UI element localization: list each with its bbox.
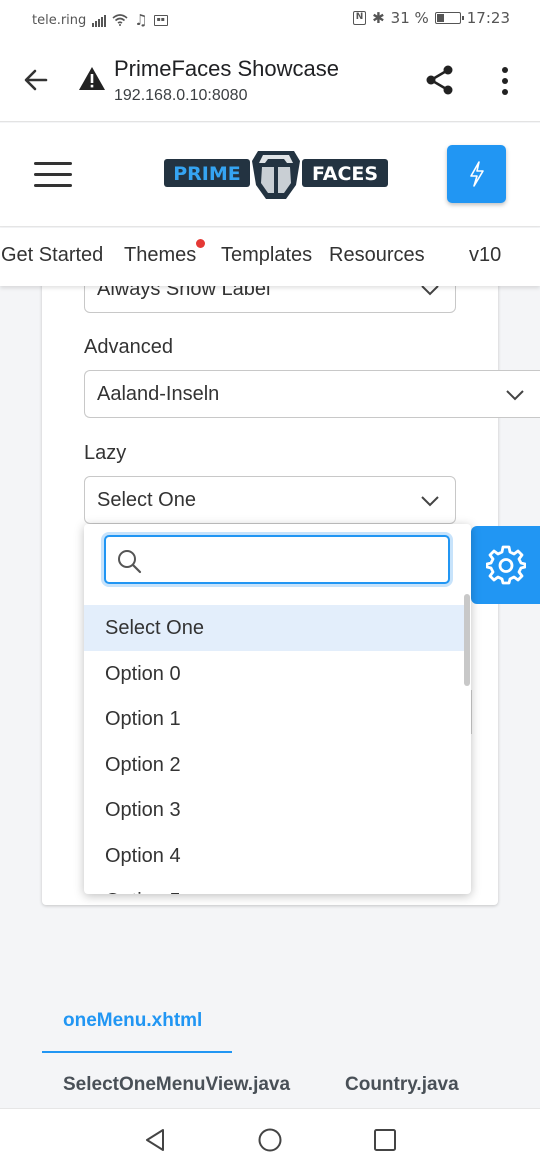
lazy-dropdown-panel: Select One Option 0 Option 1 Option 2 Option… xyxy=(84,524,471,894)
signal-icon xyxy=(92,14,107,27)
battery-percent: 31 % xyxy=(390,9,429,27)
app-header: PRIME FACES xyxy=(0,123,540,227)
search-icon xyxy=(118,550,142,574)
dropdown-filter[interactable] xyxy=(104,535,450,584)
hamburger-icon[interactable] xyxy=(34,162,72,188)
dropdown-option[interactable]: Option 1 xyxy=(84,696,465,742)
android-home-icon[interactable] xyxy=(256,1126,284,1154)
clock: 17:23 xyxy=(466,9,510,27)
share-icon[interactable] xyxy=(424,64,456,96)
tab-selectonemenuview-java[interactable]: SelectOneMenuView.java xyxy=(63,1074,290,1096)
lazy-label: Lazy xyxy=(84,442,127,464)
layout-config-button[interactable] xyxy=(471,526,540,604)
browser-toolbar: PrimeFaces Showcase 192.168.0.10:8080 xyxy=(0,38,540,122)
nav-themes[interactable]: Themes xyxy=(124,244,196,267)
nav-version[interactable]: v10 xyxy=(469,244,501,267)
bluetooth-icon: ✱ xyxy=(372,9,385,27)
select-value: Select One xyxy=(97,489,196,511)
bolt-icon xyxy=(469,161,484,187)
chevron-down-icon xyxy=(421,286,439,296)
android-back-icon[interactable] xyxy=(141,1126,169,1154)
theme-switch-button[interactable] xyxy=(447,145,506,203)
chevron-down-icon xyxy=(421,496,439,507)
clipped-select-wrapper: Always Show Label xyxy=(84,286,456,313)
nav-get-started[interactable]: Get Started xyxy=(1,244,103,267)
status-bar: tele.ring ♫ ▪▪ N ✱ 31 % 17:23 xyxy=(0,0,540,38)
gear-icon xyxy=(485,545,526,585)
active-tab-underline xyxy=(42,1051,232,1053)
advanced-select[interactable]: Aaland-Inseln xyxy=(84,370,540,418)
card-icon: ▪▪ xyxy=(153,14,168,26)
dropdown-option[interactable]: Select One xyxy=(84,605,465,651)
dropdown-option[interactable]: Option 3 xyxy=(84,787,465,833)
browser-page-title: PrimeFaces Showcase xyxy=(114,56,339,81)
nav-templates[interactable]: Templates xyxy=(221,244,312,267)
dropdown-option[interactable]: Option 5 xyxy=(84,878,465,894)
dropdown-option[interactable]: Option 4 xyxy=(84,833,465,879)
chevron-down-icon xyxy=(506,390,524,401)
android-nav-bar xyxy=(0,1108,540,1170)
nfc-icon: N xyxy=(353,11,367,25)
tab-onemenu-xhtml[interactable]: oneMenu.xhtml xyxy=(63,1010,202,1032)
logo-text-left: PRIME xyxy=(173,163,241,185)
battery-fill xyxy=(436,14,445,22)
always-show-label-select[interactable]: Always Show Label xyxy=(84,286,456,313)
android-recents-icon[interactable] xyxy=(371,1126,399,1154)
carrier-label: tele.ring xyxy=(32,12,87,28)
nav-resources[interactable]: Resources xyxy=(329,244,425,267)
advanced-label: Advanced xyxy=(84,336,173,358)
dropdown-option[interactable]: Option 2 xyxy=(84,742,465,788)
primefaces-logo[interactable]: PRIME FACES xyxy=(162,145,390,203)
tab-country-java[interactable]: Country.java xyxy=(345,1074,459,1096)
wifi-icon xyxy=(112,14,128,26)
dropdown-filter-input[interactable] xyxy=(150,545,440,575)
back-arrow-icon[interactable] xyxy=(22,66,50,94)
music-icon: ♫ xyxy=(134,11,148,29)
select-value: Always Show Label xyxy=(97,286,271,300)
lazy-select[interactable]: Select One xyxy=(84,476,456,524)
logo-text-right: FACES xyxy=(312,163,378,185)
top-nav: Get Started Themes Templates Resources v… xyxy=(0,228,540,286)
status-left: tele.ring ♫ ▪▪ xyxy=(32,11,168,29)
battery-icon xyxy=(434,12,464,24)
status-right: N ✱ 31 % 17:23 xyxy=(353,9,510,27)
dropdown-option[interactable]: Option 0 xyxy=(84,651,465,697)
select-value: Aaland-Inseln xyxy=(97,383,220,405)
browser-url[interactable]: 192.168.0.10:8080 xyxy=(114,87,247,105)
themes-notification-dot xyxy=(196,239,205,248)
warning-icon[interactable] xyxy=(78,65,106,91)
dropdown-scrollbar[interactable] xyxy=(464,594,470,686)
more-vert-icon[interactable] xyxy=(497,66,513,96)
